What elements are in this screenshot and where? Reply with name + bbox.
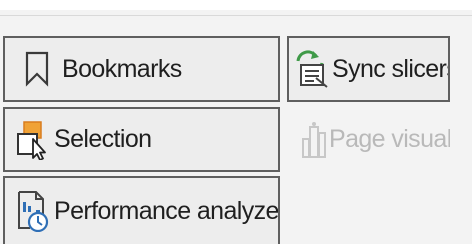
page-visuals-button[interactable]: Page visuals xyxy=(287,107,450,172)
selection-button[interactable]: Selection xyxy=(3,107,280,172)
performance-analyzer-icon xyxy=(5,190,54,232)
sync-slicers-button[interactable]: Sync slicers xyxy=(287,36,450,102)
view-ribbon-show-panes-group: Bookmarks Sync slicers Selection Page vi… xyxy=(0,0,472,244)
performance-analyzer-button[interactable]: Performance analyzer xyxy=(3,176,280,244)
selection-label: Selection xyxy=(54,125,152,153)
bookmark-icon xyxy=(5,51,62,87)
selection-icon xyxy=(5,120,54,160)
bookmarks-button[interactable]: Bookmarks xyxy=(3,36,280,102)
ribbon-divider xyxy=(0,15,472,16)
sync-slicers-label: Sync slicers xyxy=(332,54,450,83)
sync-slicers-icon xyxy=(289,49,332,89)
bookmarks-label: Bookmarks xyxy=(62,54,182,83)
page-visuals-label: Page visuals xyxy=(329,125,450,153)
performance-analyzer-label: Performance analyzer xyxy=(54,196,280,225)
page-visuals-icon xyxy=(287,121,329,159)
ribbon-top-edge xyxy=(0,0,472,10)
